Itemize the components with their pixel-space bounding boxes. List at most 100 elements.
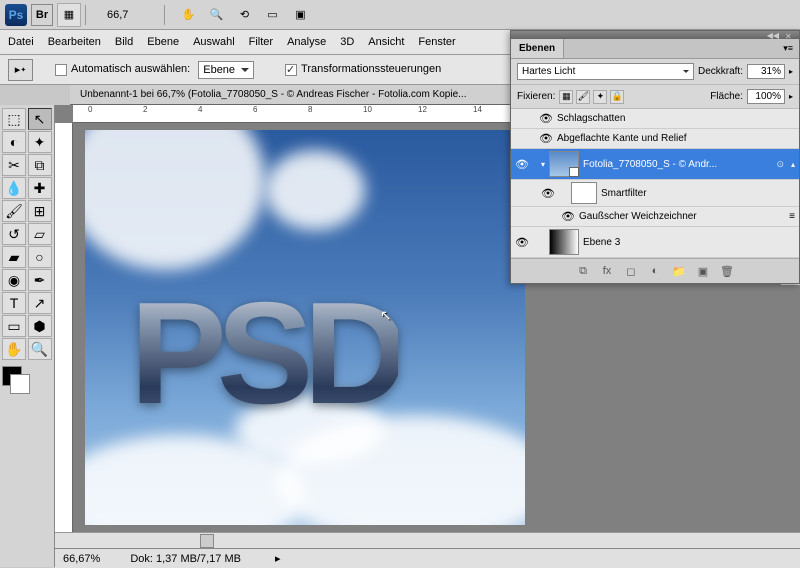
transform-controls-checkbox[interactable]: Transformationssteuerungen bbox=[285, 63, 441, 75]
hand-tool-icon[interactable]: ✋ bbox=[176, 3, 200, 27]
pen-tool[interactable]: ✒ bbox=[28, 269, 52, 291]
history-brush-tool[interactable]: ↺ bbox=[2, 223, 26, 245]
layer-name[interactable]: Ebene 3 bbox=[583, 237, 795, 248]
stamp-tool[interactable]: ⊞ bbox=[28, 200, 52, 222]
panel-menu-icon[interactable]: ▾≡ bbox=[777, 39, 799, 58]
statusbar: 66,67% Dok: 1,37 MB/7,17 MB ▸ bbox=[55, 548, 800, 568]
shape-tool[interactable]: ▭ bbox=[2, 315, 26, 337]
menu-3d[interactable]: 3D bbox=[340, 36, 354, 48]
wand-tool[interactable]: ✦ bbox=[28, 131, 52, 153]
filter-gauss[interactable]: 👁 Gaußscher Weichzeichner ≡ bbox=[511, 207, 799, 227]
layer-mask-icon[interactable]: ◻ bbox=[622, 263, 640, 279]
new-layer-icon[interactable]: ▣ bbox=[694, 263, 712, 279]
type-tool[interactable]: T bbox=[2, 292, 26, 314]
lasso-tool[interactable]: ◐ bbox=[2, 131, 26, 153]
menu-analyse[interactable]: Analyse bbox=[287, 36, 326, 48]
dodge-tool[interactable]: ◉ bbox=[2, 269, 26, 291]
rotate-view-icon[interactable]: ⟲ bbox=[232, 3, 256, 27]
zoom-tool[interactable]: 🔍 bbox=[28, 338, 52, 360]
vertical-ruler[interactable] bbox=[55, 123, 73, 567]
horizontal-scrollbar[interactable] bbox=[55, 532, 800, 548]
menu-bild[interactable]: Bild bbox=[115, 36, 133, 48]
collapse-icon[interactable]: ▴ bbox=[791, 160, 795, 169]
crop-tool[interactable]: ✂ bbox=[2, 154, 26, 176]
eyedropper-tool[interactable]: 💧 bbox=[2, 177, 26, 199]
layer-fotolia[interactable]: 👁 ▾ ▣ Fotolia_7708050_S - © Andr... ⊙ ▴ bbox=[511, 149, 799, 180]
layer-style-icon[interactable]: fx bbox=[598, 263, 616, 279]
fx-icon[interactable]: ⊙ bbox=[776, 159, 784, 170]
lock-label: Fixieren: bbox=[517, 91, 555, 102]
background-color[interactable] bbox=[10, 374, 30, 394]
delete-layer-icon[interactable]: 🗑 bbox=[718, 263, 736, 279]
status-zoom[interactable]: 66,67% bbox=[63, 553, 100, 565]
layer-thumbnail[interactable] bbox=[549, 229, 579, 255]
eye-icon[interactable]: 👁 bbox=[539, 132, 553, 146]
hand-tool[interactable]: ✋ bbox=[2, 338, 26, 360]
arrange-icon[interactable]: ▭ bbox=[260, 3, 284, 27]
layer-ebene3[interactable]: 👁 ▾ Ebene 3 bbox=[511, 227, 799, 258]
status-doc-size[interactable]: Dok: 1,37 MB/7,17 MB bbox=[130, 553, 241, 565]
layer-group-icon[interactable]: 📁 bbox=[670, 263, 688, 279]
menu-ansicht[interactable]: Ansicht bbox=[368, 36, 404, 48]
auto-select-target-dropdown[interactable]: Ebene bbox=[198, 61, 254, 79]
healing-tool[interactable]: ✚ bbox=[28, 177, 52, 199]
gradient-tool[interactable]: ▰ bbox=[2, 246, 26, 268]
link-layers-icon[interactable]: ⧉ bbox=[574, 263, 592, 279]
opacity-slider-icon[interactable]: ▸ bbox=[789, 67, 793, 76]
zoom-tool-icon[interactable]: 🔍 bbox=[204, 3, 228, 27]
path-tool[interactable]: ↗ bbox=[28, 292, 52, 314]
menu-fenster[interactable]: Fenster bbox=[418, 36, 455, 48]
fill-label: Fläche: bbox=[710, 91, 743, 102]
menu-bearbeiten[interactable]: Bearbeiten bbox=[48, 36, 101, 48]
blur-tool[interactable]: ○ bbox=[28, 246, 52, 268]
effect-kante[interactable]: 👁 Abgeflachte Kante und Relief bbox=[511, 129, 799, 149]
3d-tool[interactable]: ⬢ bbox=[28, 315, 52, 337]
eraser-tool[interactable]: ▱ bbox=[28, 223, 52, 245]
move-tool[interactable]: ↖ bbox=[28, 108, 52, 130]
menu-auswahl[interactable]: Auswahl bbox=[193, 36, 235, 48]
color-swatches[interactable] bbox=[2, 366, 52, 394]
slice-tool[interactable]: ⧉ bbox=[28, 154, 52, 176]
menu-ebene[interactable]: Ebene bbox=[147, 36, 179, 48]
eye-icon[interactable]: 👁 bbox=[539, 112, 553, 126]
current-tool-icon[interactable]: ▸✦ bbox=[8, 59, 33, 81]
lock-pixels-icon[interactable]: 🖌 bbox=[576, 90, 590, 104]
adjustment-layer-icon[interactable]: ◐ bbox=[646, 263, 664, 279]
layer-name[interactable]: Smartfilter bbox=[601, 188, 795, 199]
photoshop-app-icon[interactable]: Ps bbox=[5, 4, 27, 26]
filter-mask-thumbnail[interactable] bbox=[571, 182, 597, 204]
eye-icon[interactable]: 👁 bbox=[515, 235, 529, 249]
brush-tool[interactable]: 🖌 bbox=[2, 200, 26, 222]
extras-icon[interactable]: ▦ bbox=[57, 3, 81, 27]
panel-titlebar[interactable]: ◀◀ ✕ bbox=[511, 31, 799, 39]
layer-smartfilter[interactable]: 👁 Smartfilter bbox=[511, 180, 799, 207]
bridge-icon[interactable]: Br bbox=[31, 4, 53, 26]
eye-icon[interactable]: 👁 bbox=[561, 210, 575, 224]
layer-list: 👁 Schlagschatten 👁 Abgeflachte Kante und… bbox=[511, 109, 799, 258]
opacity-input[interactable] bbox=[747, 64, 785, 79]
zoom-display[interactable]: 66,7 bbox=[97, 7, 138, 23]
layer-name[interactable]: Fotolia_7708050_S - © Andr... bbox=[583, 159, 772, 170]
effect-schlagschatten[interactable]: 👁 Schlagschatten bbox=[511, 109, 799, 129]
expand-icon[interactable]: ▾ bbox=[541, 160, 545, 169]
eye-icon[interactable]: 👁 bbox=[541, 186, 555, 200]
auto-select-checkbox[interactable]: Automatisch auswählen: bbox=[55, 63, 190, 75]
layer-thumbnail[interactable]: ▣ bbox=[549, 151, 579, 177]
fill-slider-icon[interactable]: ▸ bbox=[789, 92, 793, 101]
menu-filter[interactable]: Filter bbox=[249, 36, 273, 48]
lock-all-icon[interactable]: 🔒 bbox=[610, 90, 624, 104]
layers-panel-footer: ⧉ fx ◻ ◐ 📁 ▣ 🗑 bbox=[511, 258, 799, 283]
lock-position-icon[interactable]: ✦ bbox=[593, 90, 607, 104]
filter-edit-icon[interactable]: ≡ bbox=[789, 211, 795, 222]
lock-transparency-icon[interactable]: ▦ bbox=[559, 90, 573, 104]
marquee-tool[interactable]: ⬚ bbox=[2, 108, 26, 130]
blend-mode-dropdown[interactable]: Hartes Licht bbox=[517, 63, 694, 80]
eye-icon[interactable]: 👁 bbox=[515, 157, 529, 171]
document-canvas[interactable]: PSD bbox=[85, 130, 525, 525]
menu-datei[interactable]: Datei bbox=[8, 36, 34, 48]
layers-tab[interactable]: Ebenen bbox=[511, 39, 564, 58]
fill-input[interactable] bbox=[747, 89, 785, 104]
screen-mode-icon[interactable]: ▣ bbox=[288, 3, 312, 27]
tools-panel: ⬚ ↖ ◐ ✦ ✂ ⧉ 💧 ✚ 🖌 ⊞ ↺ ▱ ▰ ○ ◉ ✒ T ↗ ▭ ⬢ … bbox=[0, 105, 55, 567]
panel-close-icon[interactable]: ✕ bbox=[785, 32, 795, 38]
